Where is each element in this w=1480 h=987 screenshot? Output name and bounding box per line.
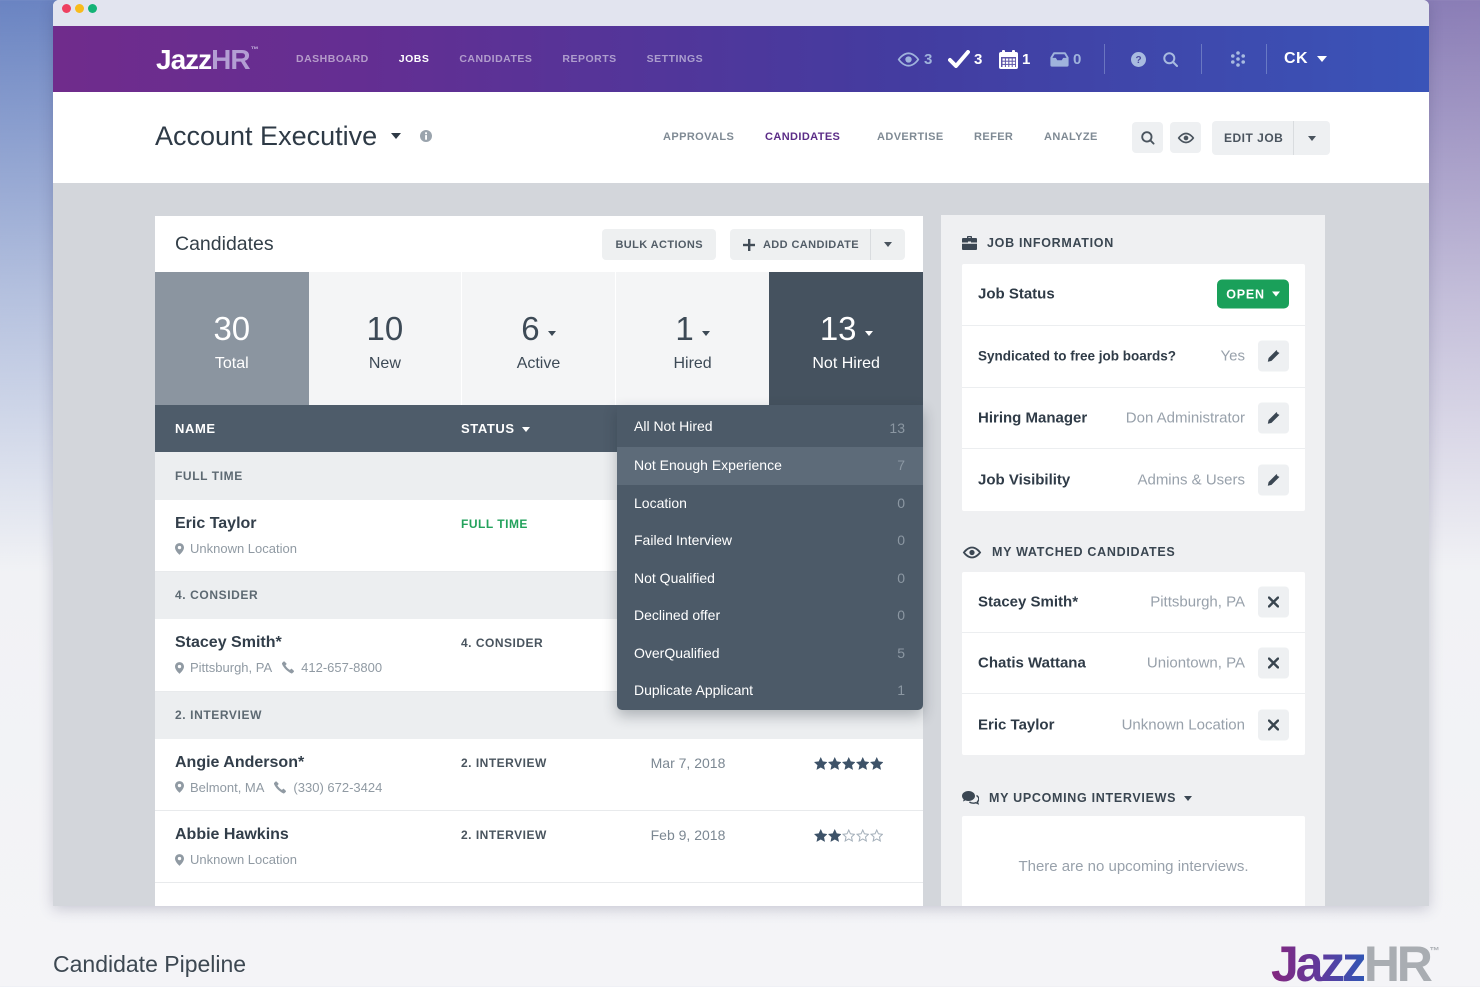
svg-text:?: ? (1135, 55, 1141, 66)
